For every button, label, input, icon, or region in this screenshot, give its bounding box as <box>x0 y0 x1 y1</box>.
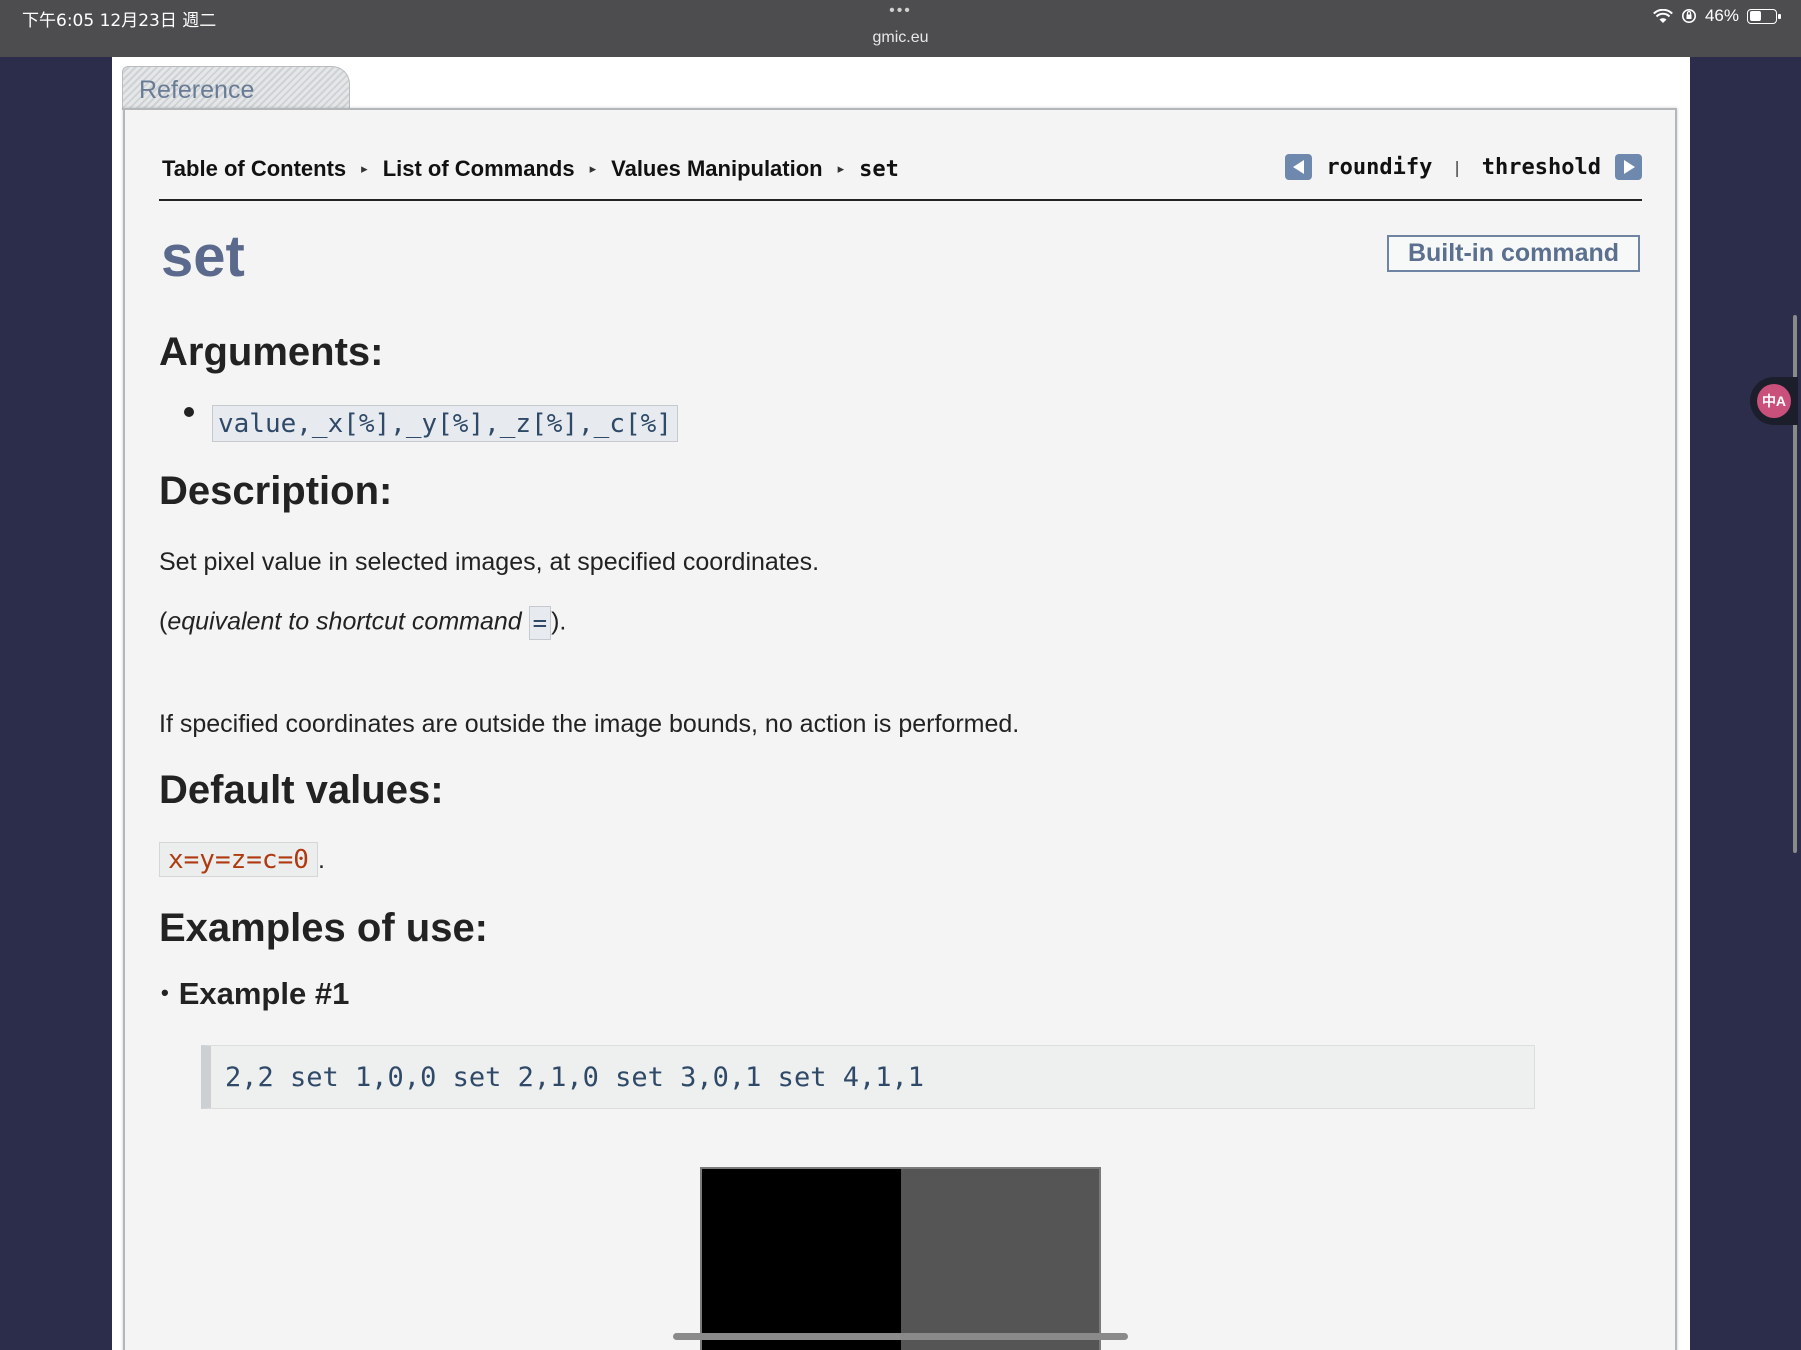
reference-tab[interactable]: Reference <box>122 66 350 110</box>
breadcrumb-values-manipulation[interactable]: Values Manipulation <box>611 156 822 182</box>
breadcrumb-separator: ▸ <box>589 161 597 176</box>
address-url[interactable]: gmic.eu <box>0 29 1801 47</box>
example-title-text: Example #1 <box>178 976 350 1011</box>
example-code-block: 2,2 set 1,0,0 set 2,1,0 set 3,0,1 set 4,… <box>201 1045 1535 1109</box>
examples-heading: Examples of use: <box>159 906 489 950</box>
shortcut-code: = <box>528 606 552 640</box>
default-values-heading: Default values: <box>159 768 444 812</box>
breadcrumb-current: set <box>859 156 899 182</box>
battery-percent: 46% <box>1704 6 1739 25</box>
result-pixel <box>900 1169 1099 1350</box>
built-in-command-badge: Built-in command <box>1387 235 1640 272</box>
argument-code: value,_x[%],_y[%],_z[%],_c[%] <box>212 405 678 442</box>
breadcrumb-separator: ▸ <box>837 161 845 176</box>
breadcrumb-table-of-contents[interactable]: Table of Contents <box>162 156 346 182</box>
arguments-heading: Arguments: <box>159 330 384 374</box>
default-values-period: . <box>318 846 325 874</box>
pager-separator: | <box>1454 157 1460 177</box>
more-dots-icon[interactable]: ••• <box>0 2 1801 20</box>
previous-arrow-icon[interactable] <box>1285 154 1313 180</box>
top-navigation: Table of Contents ▸ List of Commands ▸ V… <box>159 150 1642 190</box>
default-values-code: x=y=z=c=0 <box>159 842 318 877</box>
next-command-link[interactable]: threshold <box>1482 155 1601 180</box>
description-text: Set pixel value in selected images, at s… <box>159 548 820 576</box>
status-right: 46% <box>1653 6 1781 26</box>
horizontal-scrollbar[interactable] <box>673 1333 1128 1340</box>
example-title: • Example #1 <box>161 976 349 1012</box>
command-pager: roundify | threshold <box>1285 154 1642 180</box>
example-bullet: • <box>161 980 169 1005</box>
translate-icon[interactable]: 中A <box>1757 384 1791 418</box>
equivalent-close: ). <box>551 607 567 636</box>
nav-divider <box>159 199 1642 201</box>
orientation-lock-icon <box>1681 9 1696 23</box>
equivalent-note: (equivalent to shortcut command =). <box>159 606 566 640</box>
translate-widget[interactable]: 中A <box>1750 377 1798 425</box>
equivalent-text: equivalent to shortcut command <box>167 607 522 636</box>
previous-command-link[interactable]: roundify <box>1326 155 1432 180</box>
bounds-note: If specified coordinates are outside the… <box>159 710 1020 738</box>
next-arrow-icon[interactable] <box>1615 154 1642 180</box>
breadcrumb: Table of Contents ▸ List of Commands ▸ V… <box>162 156 899 182</box>
bullet-icon <box>184 407 194 417</box>
breadcrumb-list-of-commands[interactable]: List of Commands <box>383 156 575 182</box>
status-bar: 下午6:05 12月23日 週二 ••• gmic.eu 46% <box>0 0 1801 57</box>
reference-tab-label: Reference <box>139 76 255 104</box>
description-heading: Description: <box>159 469 393 513</box>
page-title: set <box>161 224 245 289</box>
battery-icon <box>1747 8 1781 24</box>
breadcrumb-separator: ▸ <box>361 161 368 176</box>
wifi-icon <box>1653 8 1673 23</box>
example-result-image <box>700 1167 1101 1350</box>
result-pixel <box>702 1169 901 1350</box>
